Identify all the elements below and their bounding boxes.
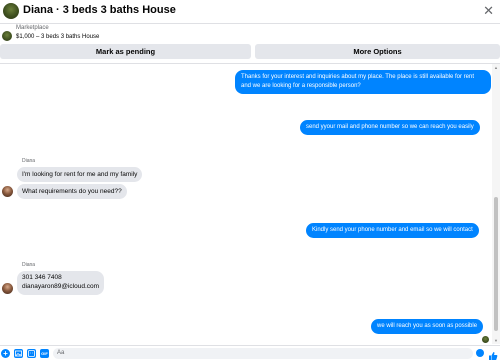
message-bubble-incoming[interactable]: I'm looking for rent for me and my famil…	[17, 167, 143, 182]
message-bubble-incoming[interactable]: 301 346 7408 dianayaron89@icloud.com	[17, 271, 105, 295]
listing-thumbnail[interactable]	[2, 31, 12, 41]
message-email[interactable]: dianayaron89@icloud.com	[22, 282, 99, 291]
sender-name: Diana	[22, 158, 36, 164]
avatar[interactable]	[2, 283, 13, 294]
avatar[interactable]	[2, 186, 13, 197]
avatar[interactable]	[3, 3, 19, 19]
mark-as-pending-button[interactable]: Mark as pending	[0, 44, 251, 59]
marketplace-label: Marketplace	[16, 25, 49, 31]
more-options-button[interactable]: More Options	[255, 44, 500, 59]
sender-name: Diana	[22, 262, 36, 268]
scroll-up-icon[interactable]: ▲	[494, 65, 498, 70]
message-bubble-outgoing[interactable]: Kindly send your phone number and email …	[306, 223, 479, 238]
photo-icon[interactable]	[14, 349, 23, 358]
scrollbar-thumb[interactable]	[494, 197, 498, 331]
conversation-title[interactable]: Diana · 3 beds 3 baths House	[23, 4, 176, 16]
sticker-icon[interactable]	[27, 349, 36, 358]
composer-divider	[0, 345, 500, 346]
message-input[interactable]: Aa	[53, 348, 473, 359]
message-bubble-outgoing[interactable]: we will reach you as soon as possible	[371, 319, 484, 334]
close-icon[interactable]: ✕	[483, 3, 494, 19]
seen-indicator-avatar	[482, 336, 489, 343]
gif-icon[interactable]: GIF	[40, 349, 49, 358]
message-bubble-incoming[interactable]: What requirements do you need??	[17, 184, 127, 199]
listing-summary[interactable]: $1,000 – 3 beds 3 baths House	[16, 34, 99, 40]
message-bubble-outgoing[interactable]: send yyour mail and phone number so we c…	[300, 120, 480, 135]
chat-header: Diana · 3 beds 3 baths House ✕	[0, 0, 500, 24]
plus-icon[interactable]: +	[1, 349, 10, 358]
header-divider	[0, 23, 500, 24]
message-phone: 301 346 7408	[22, 274, 62, 281]
scroll-down-icon[interactable]: ▼	[494, 338, 498, 343]
actions-divider	[0, 63, 500, 64]
message-bubble-outgoing[interactable]: Thanks for your interest and inquiries a…	[235, 70, 491, 94]
emoji-icon[interactable]	[476, 349, 484, 357]
thumbs-up-icon[interactable]	[488, 348, 498, 360]
